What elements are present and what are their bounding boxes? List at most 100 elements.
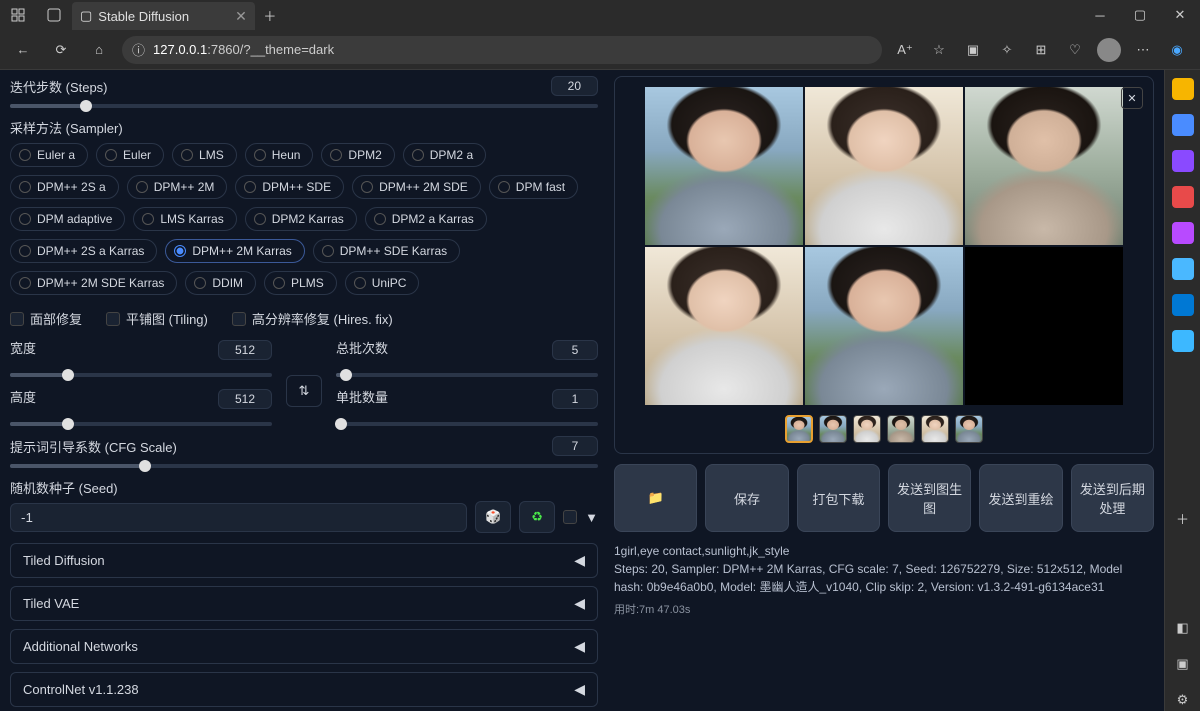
browser-tab[interactable]: ▢ Stable Diffusion ✕ — [72, 2, 255, 30]
seed-input[interactable] — [10, 503, 467, 532]
accordion-section[interactable]: Tiled Diffusion◀ — [10, 543, 598, 578]
send-img2img-button[interactable]: 发送到图生图 — [888, 464, 971, 532]
sidebar-icon[interactable] — [1172, 186, 1194, 208]
send-inpaint-button[interactable]: 发送到重绘 — [979, 464, 1062, 532]
sampler-option[interactable]: Euler — [96, 143, 164, 167]
sidebar-icon[interactable] — [1172, 222, 1194, 244]
batch-size-slider[interactable] — [336, 422, 598, 426]
sidebar-icon[interactable]: ◧ — [1172, 617, 1194, 639]
sampler-option[interactable]: DPM fast — [489, 175, 578, 199]
accordion-section[interactable]: ControlNet v1.1.238◀ — [10, 672, 598, 707]
extra-dropdown-icon[interactable]: ▼ — [585, 510, 598, 525]
gallery-thumb[interactable] — [955, 415, 983, 443]
gallery-image[interactable] — [965, 87, 1123, 245]
send-extras-button[interactable]: 发送到后期处理 — [1071, 464, 1154, 532]
width-value[interactable]: 512 — [218, 340, 272, 360]
cfg-slider[interactable] — [10, 464, 598, 468]
star-icon[interactable]: ☆ — [924, 35, 954, 65]
sampler-option[interactable]: DPM++ 2M SDE — [352, 175, 481, 199]
sidebar-icon[interactable] — [1172, 258, 1194, 280]
sampler-option[interactable]: DPM2 — [321, 143, 394, 167]
sampler-option[interactable]: DPM++ 2S a Karras — [10, 239, 157, 263]
sampler-option[interactable]: DPM++ 2M SDE Karras — [10, 271, 177, 295]
sampler-option[interactable]: LMS — [172, 143, 237, 167]
tab-actions-icon[interactable] — [36, 8, 72, 22]
steps-slider[interactable] — [10, 104, 598, 108]
batch-count-value[interactable]: 5 — [552, 340, 598, 360]
sidebar-icon[interactable] — [1172, 114, 1194, 136]
sidebar-icon[interactable] — [1172, 150, 1194, 172]
gallery-image[interactable] — [805, 87, 963, 245]
sampler-option[interactable]: DPM++ SDE Karras — [313, 239, 460, 263]
zip-button[interactable]: 打包下载 — [797, 464, 880, 532]
workspaces-icon[interactable] — [0, 8, 36, 22]
sampler-option[interactable]: DDIM — [185, 271, 256, 295]
more-icon[interactable]: ⋯ — [1128, 35, 1158, 65]
close-tab-icon[interactable]: ✕ — [235, 8, 247, 25]
maximize-icon[interactable]: ▢ — [1120, 0, 1160, 30]
reading-list-icon[interactable]: ▣ — [958, 35, 988, 65]
tiling-checkbox[interactable]: 平铺图 (Tiling) — [106, 309, 208, 328]
sampler-option[interactable]: DPM2 a — [403, 143, 486, 167]
sidebar-icon[interactable] — [1172, 78, 1194, 100]
sidebar-icon[interactable]: ▣ — [1172, 653, 1194, 675]
open-folder-button[interactable]: 📁 — [614, 464, 697, 532]
sampler-option[interactable]: LMS Karras — [133, 207, 236, 231]
accordion-section[interactable]: Tiled VAE◀ — [10, 586, 598, 621]
sampler-option[interactable]: DPM++ 2M Karras — [165, 239, 304, 263]
random-seed-button[interactable]: 🎲 — [475, 501, 511, 533]
new-tab-button[interactable]: ＋ — [255, 6, 285, 25]
gallery-thumb[interactable] — [853, 415, 881, 443]
batch-size-value[interactable]: 1 — [552, 389, 598, 409]
gallery-image[interactable] — [645, 247, 803, 405]
gallery-image[interactable] — [805, 247, 963, 405]
cfg-value[interactable]: 7 — [552, 436, 598, 456]
height-value[interactable]: 512 — [218, 389, 272, 409]
gallery-image[interactable] — [645, 87, 803, 245]
profile-avatar[interactable] — [1094, 35, 1124, 65]
batch-count-slider[interactable] — [336, 373, 598, 377]
extra-seed-checkbox[interactable] — [563, 510, 577, 524]
address-bar[interactable]: ⓘ 127.0.0.1:7860/?__theme=dark — [122, 36, 882, 64]
read-aloud-icon[interactable]: A⁺ — [890, 35, 920, 65]
gallery-thumb[interactable] — [785, 415, 813, 443]
sampler-option[interactable]: Euler a — [10, 143, 88, 167]
sampler-option[interactable]: DPM adaptive — [10, 207, 125, 231]
collections-icon[interactable]: ⊞ — [1026, 35, 1056, 65]
heart-icon[interactable]: ♡ — [1060, 35, 1090, 65]
swap-dimensions-button[interactable]: ⇅ — [286, 375, 322, 407]
accordion-section[interactable]: Additional Networks◀ — [10, 629, 598, 664]
sampler-option[interactable]: DPM++ 2M — [127, 175, 228, 199]
close-window-icon[interactable]: ✕ — [1160, 0, 1200, 30]
refresh-icon[interactable]: ⟳ — [46, 35, 76, 65]
height-slider[interactable] — [10, 422, 272, 426]
sampler-option[interactable]: Heun — [245, 143, 314, 167]
minimize-icon[interactable]: ─ — [1080, 0, 1120, 30]
steps-label: 迭代步数 (Steps) — [10, 77, 541, 96]
sampler-option[interactable]: DPM2 Karras — [245, 207, 357, 231]
radio-dot-icon — [142, 213, 154, 225]
gallery-thumb[interactable] — [887, 415, 915, 443]
gallery-thumb[interactable] — [819, 415, 847, 443]
sampler-option[interactable]: DPM++ 2S a — [10, 175, 119, 199]
hires-fix-checkbox[interactable]: 高分辨率修复 (Hires. fix) — [232, 309, 393, 328]
sidebar-add-icon[interactable]: ＋ — [1172, 507, 1194, 529]
reuse-seed-button[interactable]: ♻ — [519, 501, 555, 533]
sidebar-settings-icon[interactable]: ⚙ — [1172, 689, 1194, 711]
gallery-thumb[interactable] — [921, 415, 949, 443]
sampler-option[interactable]: DPM2 a Karras — [365, 207, 487, 231]
face-restore-checkbox[interactable]: 面部修复 — [10, 309, 82, 328]
close-gallery-icon[interactable]: ✕ — [1121, 87, 1143, 109]
width-slider[interactable] — [10, 373, 272, 377]
sidebar-icon[interactable] — [1172, 294, 1194, 316]
sampler-option[interactable]: PLMS — [264, 271, 337, 295]
sampler-option[interactable]: UniPC — [345, 271, 420, 295]
home-icon[interactable]: ⌂ — [84, 35, 114, 65]
sampler-option[interactable]: DPM++ SDE — [235, 175, 344, 199]
save-button[interactable]: 保存 — [705, 464, 788, 532]
favorites-icon[interactable]: ✧ — [992, 35, 1022, 65]
sidebar-icon[interactable] — [1172, 330, 1194, 352]
steps-value[interactable]: 20 — [551, 76, 598, 96]
bing-icon[interactable]: ◉ — [1162, 35, 1192, 65]
back-icon[interactable]: ← — [8, 35, 38, 65]
